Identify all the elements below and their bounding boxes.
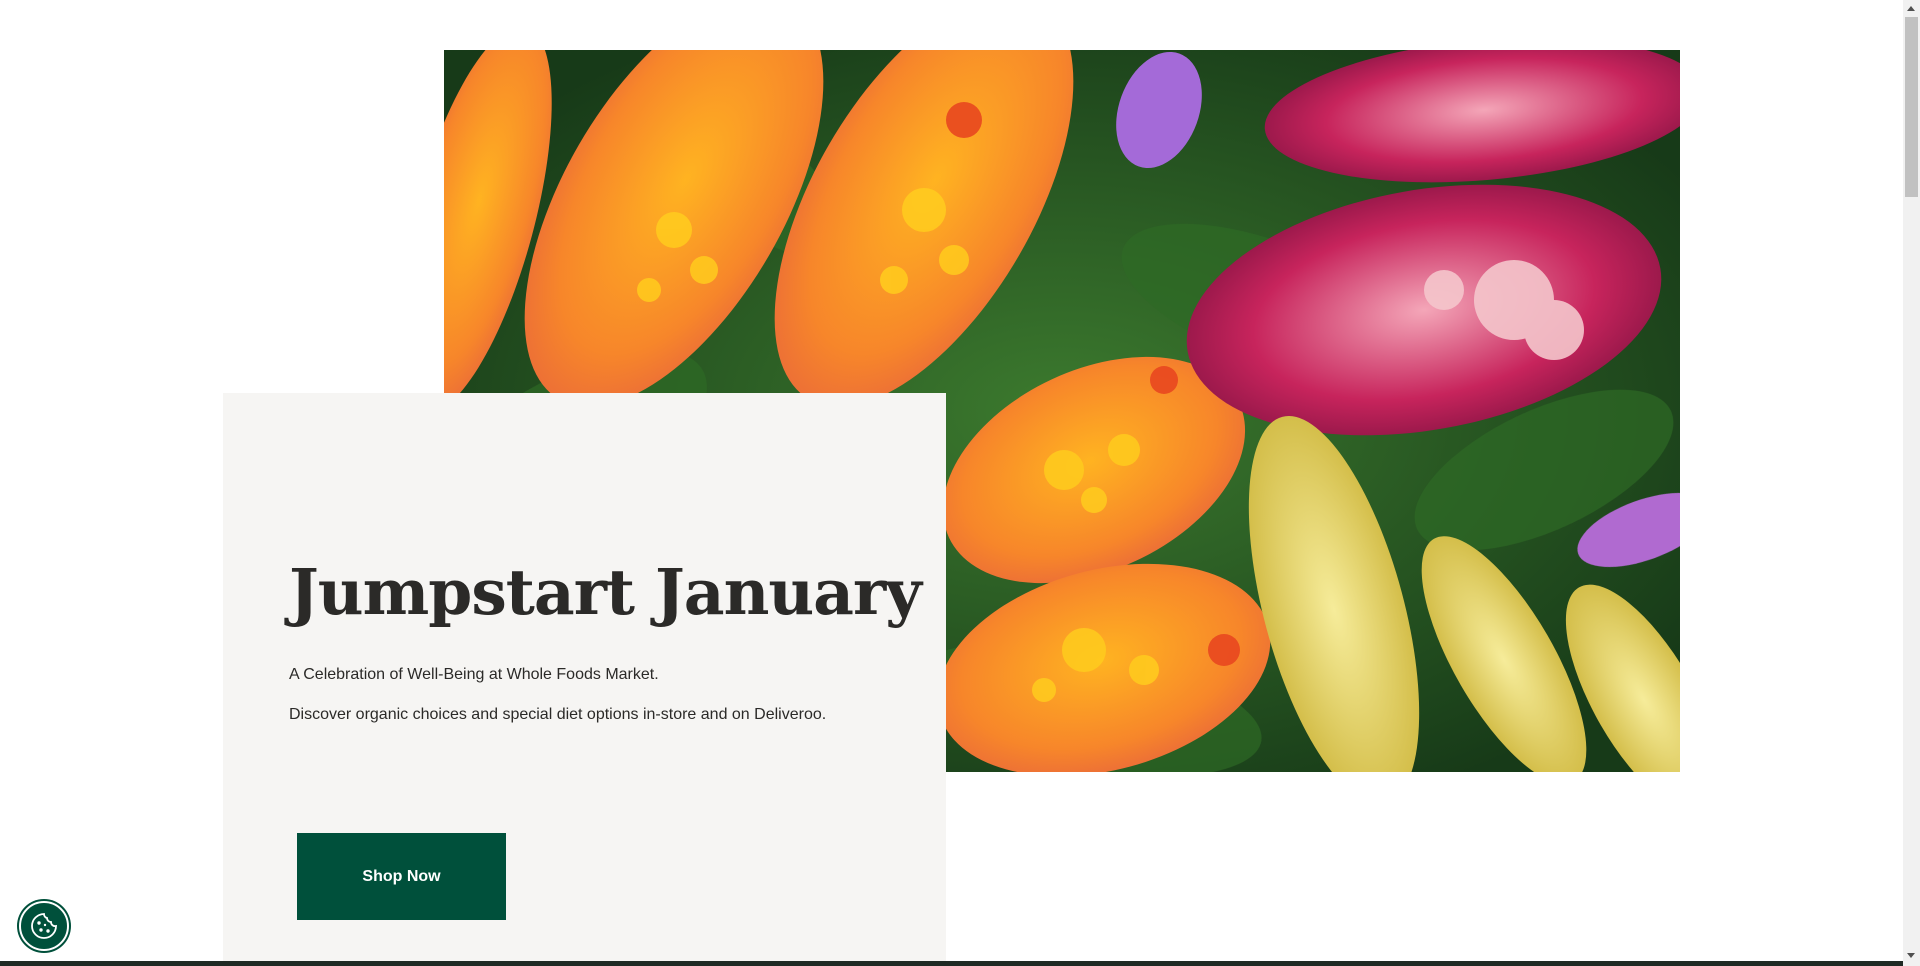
shop-now-button[interactable]: Shop Now [297,833,506,920]
scroll-down-icon[interactable] [1907,953,1915,958]
cookie-settings-button[interactable] [19,901,69,951]
page: Jumpstart January A Celebration of Well-… [0,0,1920,966]
hero-title: Jumpstart January [289,555,922,629]
scroll-up-icon[interactable] [1907,6,1915,11]
hero-description: Discover organic choices and special die… [289,706,827,723]
hero-subtitle: A Celebration of Well-Being at Whole Foo… [289,666,659,683]
hero-card: Jumpstart January A Celebration of Well-… [223,393,946,966]
scroll-thumb[interactable] [1905,17,1918,197]
cookie-icon [31,913,57,939]
vertical-scrollbar[interactable] [1903,0,1920,966]
footer-edge [0,961,1905,966]
